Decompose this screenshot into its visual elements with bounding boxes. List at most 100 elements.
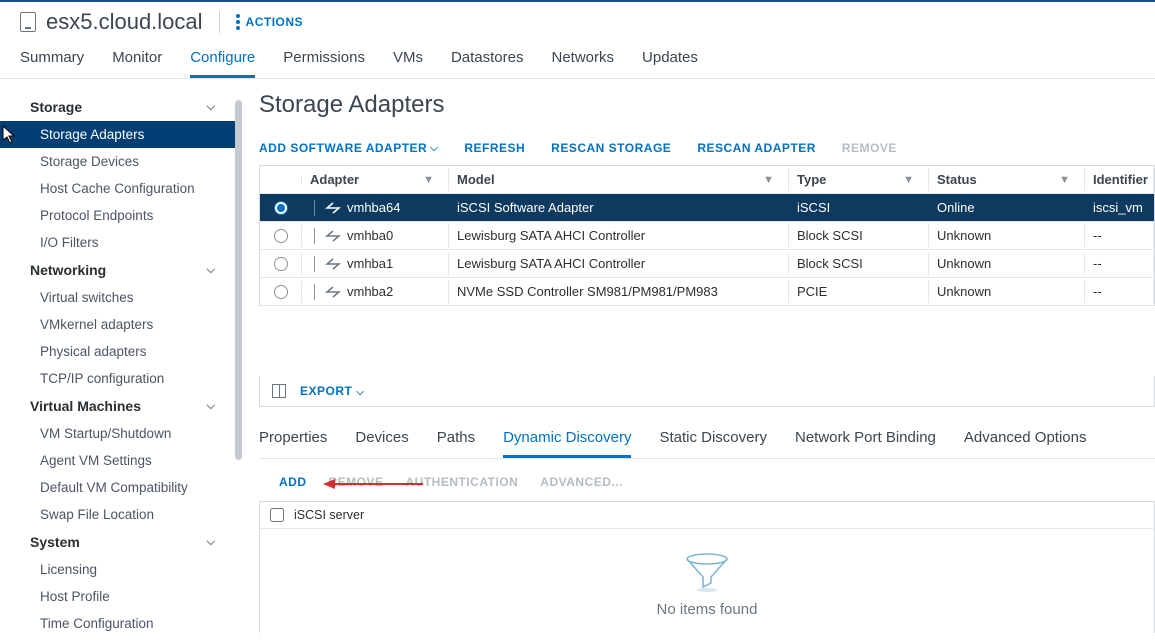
authentication-button: AUTHENTICATION — [406, 475, 519, 489]
sidebar-item-time-configuration[interactable]: Time Configuration — [0, 610, 235, 633]
adapter-name: vmhba0 — [347, 228, 393, 243]
remove-button: REMOVE — [842, 141, 897, 155]
chevron-down-icon: ⌵ — [430, 143, 438, 154]
adapter-name: vmhba2 — [347, 284, 393, 299]
cell-adapter: vmhba1 — [302, 252, 449, 276]
table-footer: EXPORT ⌵ — [259, 376, 1155, 407]
filter-icon[interactable]: ▼ — [903, 174, 914, 186]
adapter-name: vmhba64 — [347, 200, 400, 215]
sidebar-item-vmkernel-adapters[interactable]: VMkernel adapters — [0, 311, 235, 338]
grip-icon — [314, 200, 315, 216]
cell-adapter: vmhba0 — [302, 224, 449, 248]
sidebar-item-licensing[interactable]: Licensing — [0, 556, 235, 583]
actions-label: ACTIONS — [246, 15, 304, 29]
actions-menu[interactable]: ACTIONS — [236, 14, 304, 30]
table-row[interactable]: vmhba64iSCSI Software AdapteriSCSIOnline… — [260, 194, 1154, 222]
detail-tab-properties[interactable]: Properties — [259, 429, 327, 458]
table-header-row: Adapter ▼ Model ▼ Type ▼ Status ▼ Identi… — [260, 166, 1154, 194]
col-adapter[interactable]: Adapter ▼ — [302, 168, 449, 191]
table-row[interactable]: vmhba2NVMe SSD Controller SM981/PM981/PM… — [260, 278, 1154, 306]
host-icon — [20, 12, 36, 32]
adapter-toolbar: ADD SOFTWARE ADAPTER ⌵ REFRESH RESCAN ST… — [259, 141, 1155, 155]
detail-tab-devices[interactable]: Devices — [355, 429, 408, 458]
col-status[interactable]: Status ▼ — [929, 168, 1085, 191]
sidebar-item-host-profile[interactable]: Host Profile — [0, 583, 235, 610]
rescan-storage-button[interactable]: RESCAN STORAGE — [551, 141, 671, 155]
row-select[interactable] — [260, 197, 302, 219]
row-select[interactable] — [260, 225, 302, 247]
export-button[interactable]: EXPORT ⌵ — [300, 384, 364, 398]
row-select[interactable] — [260, 253, 302, 275]
sidebar-item-i-o-filters[interactable]: I/O Filters — [0, 229, 235, 256]
sidebar-item-virtual-switches[interactable]: Virtual switches — [0, 284, 235, 311]
sidebar-item-protocol-endpoints[interactable]: Protocol Endpoints — [0, 202, 235, 229]
filter-icon[interactable]: ▼ — [763, 174, 774, 186]
refresh-button[interactable]: REFRESH — [464, 141, 525, 155]
cell-model: iSCSI Software Adapter — [449, 196, 789, 219]
row-select[interactable] — [260, 281, 302, 303]
tab-monitor[interactable]: Monitor — [112, 49, 162, 78]
cell-adapter: vmhba2 — [302, 280, 449, 304]
table-row[interactable]: vmhba1Lewisburg SATA AHCI ControllerBloc… — [260, 250, 1154, 278]
sidebar-item-vm-startup-shutdown[interactable]: VM Startup/Shutdown — [0, 420, 235, 447]
sidebar-item-storage-devices[interactable]: Storage Devices — [0, 148, 235, 175]
col-select — [260, 176, 302, 184]
col-adapter-label: Adapter — [310, 172, 359, 187]
sidebar-item-host-cache-configuration[interactable]: Host Cache Configuration — [0, 175, 235, 202]
radio-icon[interactable] — [274, 229, 288, 243]
sidebar-item-swap-file-location[interactable]: Swap File Location — [0, 501, 235, 528]
cell-identifier: -- — [1085, 252, 1154, 275]
radio-icon[interactable] — [274, 257, 288, 271]
chevron-down-icon: ⌵ — [207, 264, 215, 277]
select-all-checkbox[interactable] — [270, 508, 284, 522]
detail-tab-network-port-binding[interactable]: Network Port Binding — [795, 429, 936, 458]
table-row[interactable]: vmhba0Lewisburg SATA AHCI ControllerBloc… — [260, 222, 1154, 250]
detail-tab-static-discovery[interactable]: Static Discovery — [659, 429, 767, 458]
filter-icon[interactable]: ▼ — [1059, 174, 1070, 186]
column-picker-icon[interactable] — [272, 384, 286, 398]
tab-permissions[interactable]: Permissions — [283, 49, 365, 78]
detail-tab-paths[interactable]: Paths — [437, 429, 475, 458]
sidebar-scrollbar[interactable] — [235, 100, 242, 460]
tab-summary[interactable]: Summary — [20, 49, 84, 78]
cell-type: iSCSI — [789, 196, 929, 219]
sidebar-group-system[interactable]: System⌵ — [0, 528, 235, 556]
sidebar-item-tcp-ip-configuration[interactable]: TCP/IP configuration — [0, 365, 235, 392]
detail-tab-advanced-options[interactable]: Advanced Options — [964, 429, 1087, 458]
col-model[interactable]: Model ▼ — [449, 168, 789, 191]
filter-icon[interactable]: ▼ — [423, 174, 434, 186]
page-header: esx5.cloud.local ACTIONS — [0, 0, 1155, 49]
chevron-down-icon: ⌵ — [356, 387, 364, 398]
group-title: Virtual Machines — [30, 398, 141, 414]
sidebar-group-storage[interactable]: Storage⌵ — [0, 93, 235, 121]
funnel-icon — [683, 553, 731, 593]
tab-configure[interactable]: Configure — [190, 49, 255, 78]
grip-icon — [314, 256, 315, 272]
sidebar-item-agent-vm-settings[interactable]: Agent VM Settings — [0, 447, 235, 474]
tab-updates[interactable]: Updates — [642, 49, 698, 78]
cell-identifier: -- — [1085, 280, 1154, 303]
radio-icon[interactable] — [274, 201, 288, 215]
tab-networks[interactable]: Networks — [552, 49, 615, 78]
adapters-table: Adapter ▼ Model ▼ Type ▼ Status ▼ Identi… — [259, 165, 1155, 306]
sidebar-item-physical-adapters[interactable]: Physical adapters — [0, 338, 235, 365]
col-type[interactable]: Type ▼ — [789, 168, 929, 191]
sidebar-item-storage-adapters[interactable]: Storage Adapters — [0, 121, 235, 148]
radio-icon[interactable] — [274, 285, 288, 299]
col-identifier[interactable]: Identifier — [1085, 168, 1154, 191]
group-title: Networking — [30, 262, 106, 278]
tab-datastores[interactable]: Datastores — [451, 49, 524, 78]
cell-model: Lewisburg SATA AHCI Controller — [449, 252, 789, 275]
export-label: EXPORT — [300, 384, 352, 398]
sidebar-group-networking[interactable]: Networking ⌵ — [0, 256, 235, 284]
detail-tab-dynamic-discovery[interactable]: Dynamic Discovery — [503, 429, 631, 458]
tab-vms[interactable]: VMs — [393, 49, 423, 78]
col-status-label: Status — [937, 172, 977, 187]
add-software-adapter-button[interactable]: ADD SOFTWARE ADAPTER ⌵ — [259, 141, 438, 155]
sidebar-item-default-vm-compatibility[interactable]: Default VM Compatibility — [0, 474, 235, 501]
sidebar-group-virtual-machines[interactable]: Virtual Machines⌵ — [0, 392, 235, 420]
cell-status: Unknown — [929, 224, 1085, 247]
cell-type: Block SCSI — [789, 252, 929, 275]
add-button[interactable]: ADD — [279, 475, 307, 489]
rescan-adapter-button[interactable]: RESCAN ADAPTER — [697, 141, 816, 155]
